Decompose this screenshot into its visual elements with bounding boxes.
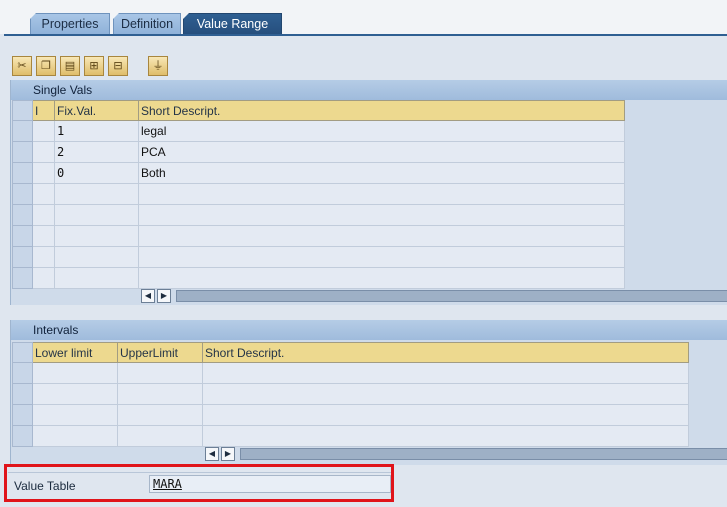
row-selector[interactable] — [12, 225, 33, 247]
value-table-row: Value Table MARA — [8, 472, 393, 496]
row-selector[interactable] — [12, 246, 33, 268]
cell-lower-limit[interactable] — [32, 404, 118, 426]
cell-short-descript[interactable] — [202, 404, 689, 426]
single-vals-table: I Fix.Val. Short Descript. 1 legal 2 PCA — [12, 100, 625, 289]
table-row — [12, 246, 625, 268]
scroll-left-icon[interactable]: ◀ — [141, 289, 155, 303]
table-row — [12, 204, 625, 226]
insert-row-icon[interactable]: ⊞ — [84, 56, 104, 76]
value-table-label: Value Table — [14, 479, 76, 493]
cell-upper-limit[interactable] — [117, 404, 203, 426]
cell-i[interactable] — [32, 267, 55, 289]
row-selector[interactable] — [12, 183, 33, 205]
table-row — [12, 383, 689, 405]
cell-i[interactable] — [32, 162, 55, 184]
table-row — [12, 404, 689, 426]
table-row: 1 legal — [12, 120, 625, 142]
cell-short-descript[interactable]: PCA — [138, 141, 625, 163]
table-row — [12, 362, 689, 384]
cut-icon[interactable]: ✂ — [12, 56, 32, 76]
table-row — [12, 425, 689, 447]
paste-icon[interactable]: ▤ — [60, 56, 80, 76]
cell-short-descript[interactable] — [138, 246, 625, 268]
scrollbar-track[interactable] — [176, 290, 727, 302]
col-header-lower-limit[interactable]: Lower limit — [32, 342, 118, 363]
cell-fix-val[interactable]: 1 — [54, 120, 139, 142]
cell-fix-val[interactable] — [54, 183, 139, 205]
cell-i[interactable] — [32, 141, 55, 163]
cell-fix-val[interactable] — [54, 204, 139, 226]
col-header-short-descript[interactable]: Short Descript. — [202, 342, 689, 363]
cell-i[interactable] — [32, 246, 55, 268]
cell-short-descript[interactable] — [138, 267, 625, 289]
cell-lower-limit[interactable] — [32, 425, 118, 447]
cell-i[interactable] — [32, 204, 55, 226]
cell-fix-val[interactable]: 2 — [54, 141, 139, 163]
tab-value-range[interactable]: Value Range — [183, 13, 282, 34]
row-selector[interactable] — [12, 404, 33, 426]
single-vals-title: Single Vals — [11, 80, 727, 100]
cell-lower-limit[interactable] — [32, 362, 118, 384]
intervals-hscrollbar[interactable]: ◀ ▶ — [205, 447, 727, 461]
cell-upper-limit[interactable] — [117, 425, 203, 447]
copy-icon[interactable]: ❐ — [36, 56, 56, 76]
table-row: 0 Both — [12, 162, 625, 184]
cell-i[interactable] — [32, 183, 55, 205]
cell-short-descript[interactable]: Both — [138, 162, 625, 184]
cell-upper-limit[interactable] — [117, 383, 203, 405]
intervals-table: Lower limit UpperLimit Short Descript. — [12, 342, 689, 447]
scroll-left-icon[interactable]: ◀ — [205, 447, 219, 461]
cell-short-descript[interactable] — [202, 383, 689, 405]
scroll-right-icon[interactable]: ▶ — [157, 289, 171, 303]
cell-fix-val[interactable] — [54, 246, 139, 268]
cell-short-descript[interactable] — [202, 362, 689, 384]
single-vals-hscrollbar[interactable]: ◀ ▶ — [141, 289, 727, 303]
row-selector[interactable] — [12, 425, 33, 447]
cell-short-descript[interactable] — [138, 183, 625, 205]
intervals-panel: Intervals Lower limit UpperLimit Short D… — [10, 320, 727, 465]
row-selector[interactable] — [12, 141, 33, 163]
row-selector[interactable] — [12, 120, 33, 142]
tab-definition[interactable]: Definition — [113, 13, 181, 34]
cell-i[interactable] — [32, 120, 55, 142]
row-selector[interactable] — [12, 267, 33, 289]
scrollbar-track[interactable] — [240, 448, 727, 460]
row-selector[interactable] — [12, 162, 33, 184]
row-selector-header[interactable] — [12, 100, 33, 121]
delete-row-icon[interactable]: ⊟ — [108, 56, 128, 76]
row-selector[interactable] — [12, 383, 33, 405]
cell-short-descript[interactable] — [202, 425, 689, 447]
cell-short-descript[interactable]: legal — [138, 120, 625, 142]
col-header-upper-limit[interactable]: UpperLimit — [117, 342, 203, 363]
intervals-title: Intervals — [11, 320, 727, 340]
cell-short-descript[interactable] — [138, 225, 625, 247]
table-row — [12, 267, 625, 289]
col-header-i[interactable]: I — [32, 100, 55, 121]
cell-fix-val[interactable] — [54, 225, 139, 247]
single-vals-header-row: I Fix.Val. Short Descript. — [12, 100, 625, 121]
scroll-right-icon[interactable]: ▶ — [221, 447, 235, 461]
cell-i[interactable] — [32, 225, 55, 247]
row-selector-header[interactable] — [12, 342, 33, 363]
row-selector[interactable] — [12, 204, 33, 226]
cell-lower-limit[interactable] — [32, 383, 118, 405]
tab-underline — [4, 34, 727, 36]
tab-properties[interactable]: Properties — [30, 13, 110, 34]
table-row: 2 PCA — [12, 141, 625, 163]
cell-fix-val[interactable] — [54, 267, 139, 289]
col-header-short-descript[interactable]: Short Descript. — [138, 100, 625, 121]
table-row — [12, 225, 625, 247]
cell-fix-val[interactable]: 0 — [54, 162, 139, 184]
value-table-input[interactable]: MARA — [149, 475, 391, 493]
table-row — [12, 183, 625, 205]
cell-upper-limit[interactable] — [117, 362, 203, 384]
filter-icon[interactable]: ⏚ — [148, 56, 168, 76]
col-header-fix-val[interactable]: Fix.Val. — [54, 100, 139, 121]
cell-short-descript[interactable] — [138, 204, 625, 226]
intervals-header-row: Lower limit UpperLimit Short Descript. — [12, 342, 689, 363]
single-vals-panel: Single Vals I Fix.Val. Short Descript. 1… — [10, 80, 727, 305]
row-selector[interactable] — [12, 362, 33, 384]
